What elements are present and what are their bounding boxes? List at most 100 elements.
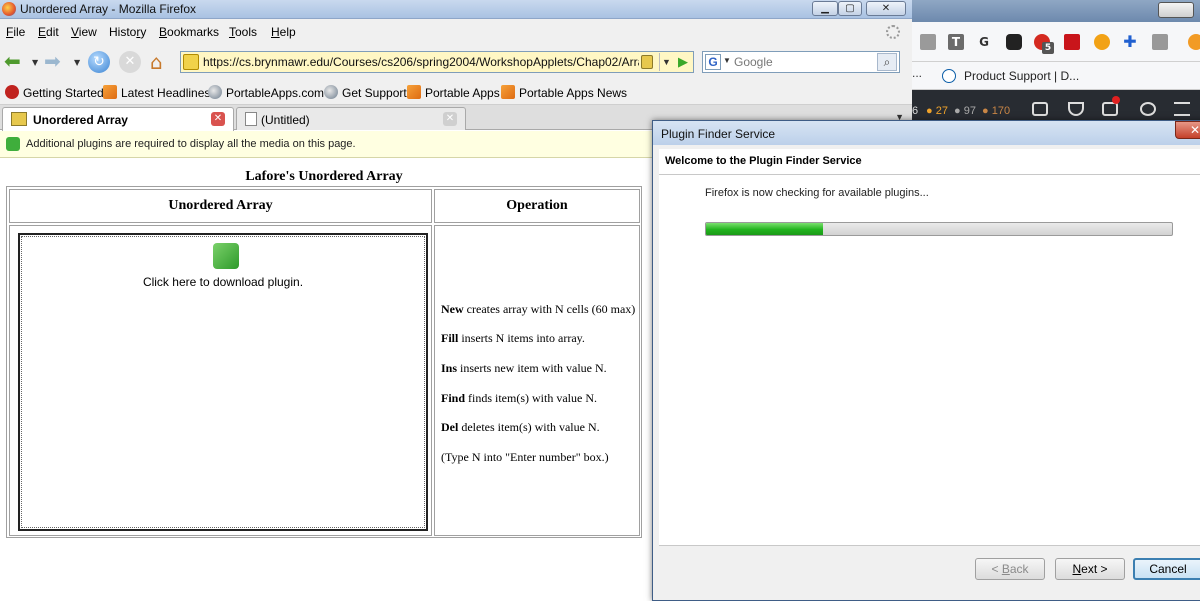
extension-bookmark-icon[interactable] bbox=[1064, 34, 1080, 50]
next-button[interactable]: Next > bbox=[1055, 558, 1125, 580]
menu-tools[interactable]: Tools bbox=[229, 25, 257, 39]
magnifier-icon[interactable]: ⌕ bbox=[877, 53, 897, 71]
dialog-separator bbox=[659, 545, 1200, 546]
progress-bar bbox=[705, 222, 1173, 236]
dialog-title: Plugin Finder Service bbox=[661, 127, 776, 141]
search-engine-icon[interactable]: G bbox=[705, 54, 721, 70]
menu-file[interactable]: File bbox=[6, 25, 25, 39]
background-bookmark-bar: ... Product Support | D... bbox=[912, 62, 1200, 90]
stat-prefix: 6 bbox=[912, 105, 919, 117]
extension-t-icon[interactable]: T bbox=[948, 34, 964, 50]
bookmark-portableapps[interactable]: PortableApps.com bbox=[208, 85, 324, 100]
menu-bar: File Edit View History Bookmarks Tools H… bbox=[0, 19, 912, 45]
dialog-message: Firefox is now checking for available pl… bbox=[705, 187, 929, 199]
op-new: New creates array with N cells (60 max) bbox=[441, 302, 636, 316]
stat-bronze: 170 bbox=[991, 105, 1011, 117]
firefox-logo-icon bbox=[2, 2, 16, 16]
forward-arrow-icon[interactable]: ➡ bbox=[44, 51, 61, 71]
tab-label: Unordered Array bbox=[33, 113, 128, 127]
throbber-icon bbox=[886, 25, 900, 39]
globe-icon bbox=[324, 85, 338, 99]
plugin-puzzle-icon[interactable] bbox=[213, 243, 239, 269]
dell-icon bbox=[942, 69, 956, 83]
col-header-operation: Operation bbox=[434, 189, 640, 223]
extension-red-icon[interactable]: 5 bbox=[1034, 34, 1054, 54]
review-icon[interactable] bbox=[1102, 96, 1120, 116]
search-engine-dropdown[interactable]: ▼ bbox=[723, 56, 731, 65]
stat-silver: 97 bbox=[963, 105, 976, 117]
extension-puzzle-icon[interactable]: ✚ bbox=[1122, 34, 1138, 50]
background-minimize-button[interactable] bbox=[1158, 2, 1194, 18]
extension-fox-icon[interactable] bbox=[1006, 34, 1022, 50]
extension-g-icon[interactable]: G bbox=[976, 34, 992, 50]
back-button[interactable]: < Back bbox=[975, 558, 1045, 580]
close-tab-icon[interactable]: ✕ bbox=[443, 112, 457, 126]
trophy-icon[interactable] bbox=[1068, 102, 1084, 116]
forward-history-dropdown[interactable]: ▼ bbox=[74, 58, 80, 67]
close-tab-icon[interactable]: ✕ bbox=[211, 112, 225, 126]
dialog-body: Firefox is now checking for available pl… bbox=[659, 175, 1200, 545]
menu-edit[interactable]: Edit bbox=[38, 25, 59, 39]
op-fill: Fill inserts N items into array. bbox=[441, 331, 585, 345]
extension-toolbar: T G 5 ✚ bbox=[912, 22, 1200, 62]
back-arrow-icon[interactable]: ⬅ bbox=[4, 51, 21, 71]
bookmark-portable-apps[interactable]: Portable Apps bbox=[407, 85, 500, 100]
background-window-top bbox=[912, 0, 1200, 22]
extension-grey-icon[interactable] bbox=[1152, 34, 1168, 50]
menu-help[interactable]: Help bbox=[271, 25, 296, 39]
minimize-button[interactable]: ▁ bbox=[812, 1, 838, 16]
tab-untitled[interactable]: (Untitled) ✕ bbox=[236, 107, 466, 130]
menu-history[interactable]: History bbox=[109, 25, 146, 39]
stat-gold: 27 bbox=[935, 105, 948, 117]
op-find: Find finds item(s) with value N. bbox=[441, 391, 597, 405]
puzzle-icon bbox=[6, 137, 20, 151]
op-note: (Type N into "Enter number" box.) bbox=[441, 450, 609, 464]
dialog-close-icon[interactable]: ✕ bbox=[1175, 121, 1200, 139]
tab-unordered-array[interactable]: Unordered Array ✕ bbox=[2, 107, 234, 131]
menu-bookmarks[interactable]: Bookmarks bbox=[159, 25, 219, 39]
extension-orange-icon[interactable] bbox=[1094, 34, 1110, 50]
home-icon[interactable]: ⌂ bbox=[150, 50, 163, 74]
menu-icon[interactable] bbox=[1174, 102, 1190, 116]
navigation-toolbar: ⬅ ▼ ➡ ▼ ↻ ✕ ⌂ https://cs.brynmawr.edu/Co… bbox=[0, 45, 912, 79]
download-plugin-link[interactable]: Click here to download plugin. bbox=[20, 275, 426, 289]
go-arrow-icon[interactable]: ▶ bbox=[675, 53, 691, 71]
cancel-button[interactable]: Cancel bbox=[1133, 558, 1200, 580]
menu-view[interactable]: View bbox=[71, 25, 97, 39]
profile-avatar-icon[interactable] bbox=[1188, 34, 1200, 50]
url-bar[interactable]: https://cs.brynmawr.edu/Courses/cs206/sp… bbox=[180, 51, 694, 73]
help-icon[interactable] bbox=[1140, 102, 1156, 116]
stop-icon[interactable]: ✕ bbox=[119, 51, 141, 73]
bookmark-getting-started[interactable]: Getting Started bbox=[5, 85, 104, 100]
extension-badge: 5 bbox=[1042, 42, 1054, 54]
url-text[interactable]: https://cs.brynmawr.edu/Courses/cs206/sp… bbox=[203, 55, 639, 69]
progress-fill bbox=[706, 223, 823, 235]
bookmark-overflow[interactable]: ... bbox=[912, 66, 922, 80]
back-history-dropdown[interactable]: ▼ bbox=[32, 58, 38, 67]
reload-icon[interactable]: ↻ bbox=[88, 51, 110, 73]
close-button[interactable]: ✕ bbox=[866, 1, 906, 16]
col-header-array: Unordered Array bbox=[9, 189, 432, 223]
site-identity-icon[interactable] bbox=[183, 54, 199, 70]
bookmark-portable-apps-news[interactable]: Portable Apps News bbox=[501, 85, 627, 100]
product-support-bookmark[interactable]: Product Support | D... bbox=[964, 69, 1079, 83]
dialog-title-bar: Plugin Finder Service ✕ bbox=[653, 121, 1200, 145]
inbox-icon[interactable] bbox=[1032, 102, 1048, 116]
dialog-heading: Welcome to the Plugin Finder Service bbox=[665, 155, 862, 167]
window-title: Unordered Array - Mozilla Firefox bbox=[20, 2, 197, 16]
search-input[interactable]: Google bbox=[734, 55, 773, 69]
plugin-placeholder[interactable]: Click here to download plugin. bbox=[18, 233, 428, 531]
extension-square-icon[interactable] bbox=[920, 34, 936, 50]
page-title: Lafore's Unordered Array bbox=[245, 169, 403, 184]
bookmark-latest-headlines[interactable]: Latest Headlines bbox=[103, 85, 210, 100]
tab-label: (Untitled) bbox=[261, 113, 310, 127]
url-history-dropdown[interactable]: ▼ bbox=[659, 53, 673, 71]
rss-icon bbox=[103, 85, 117, 99]
operations-cell: New creates array with N cells (60 max) … bbox=[434, 225, 640, 536]
bookmark-get-support[interactable]: Get Support bbox=[324, 85, 407, 100]
maximize-button[interactable]: ▢ bbox=[838, 1, 862, 16]
lock-icon[interactable] bbox=[641, 55, 653, 69]
plugin-finder-dialog: Plugin Finder Service ✕ Welcome to the P… bbox=[652, 120, 1200, 601]
rss-icon bbox=[407, 85, 421, 99]
search-bar[interactable]: G ▼ Google ⌕ bbox=[702, 51, 900, 73]
